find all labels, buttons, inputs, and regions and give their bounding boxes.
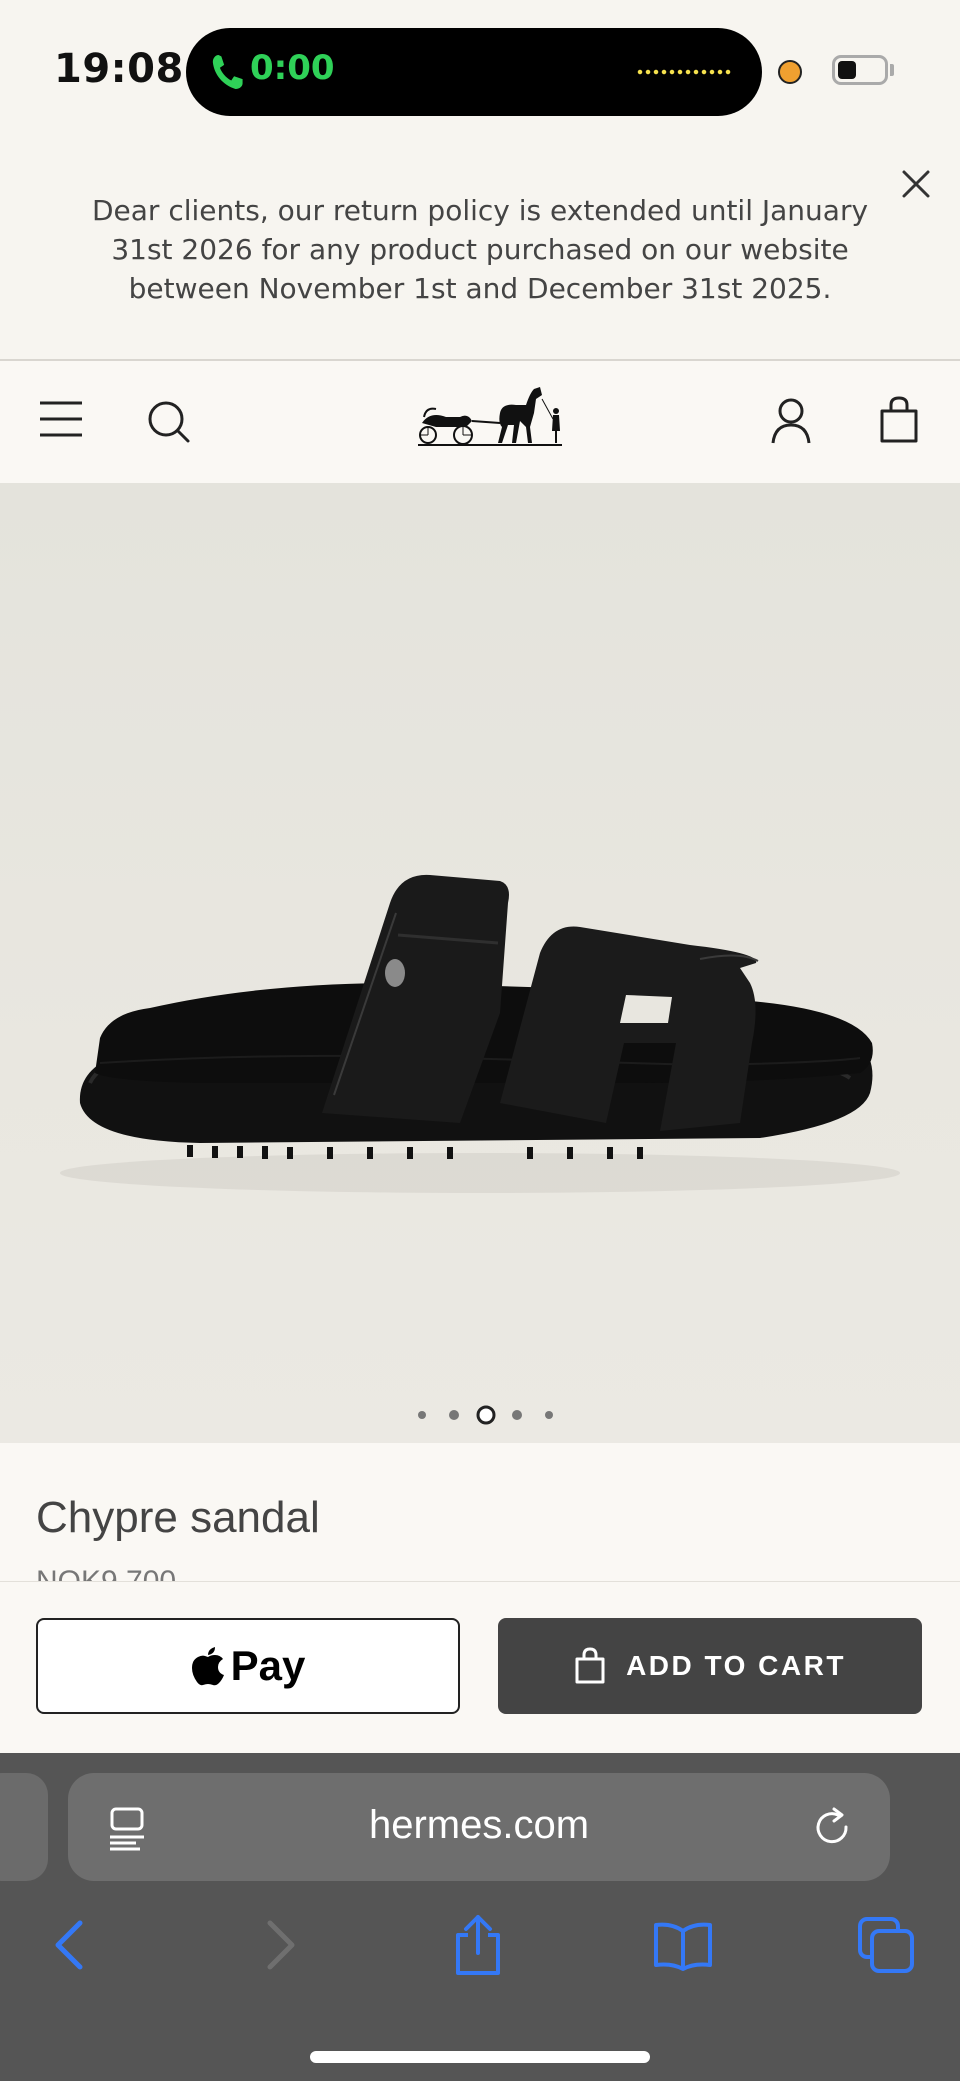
dynamic-island-call[interactable]: 0:00 (186, 28, 762, 116)
address-bar[interactable]: hermes.com (68, 1773, 890, 1881)
browser-toolbar: hermes.com (0, 1753, 960, 2081)
site-header (0, 361, 960, 483)
hermes-logo[interactable] (416, 383, 562, 449)
tabs-icon[interactable] (858, 1917, 914, 1973)
battery-nub (890, 64, 894, 76)
carousel-pagination[interactable] (0, 1405, 960, 1425)
previous-tab-preview[interactable] (0, 1773, 48, 1881)
status-time: 19:08 (54, 46, 184, 92)
audio-waveform-icon (636, 69, 732, 75)
menu-icon[interactable] (38, 399, 84, 439)
phone-icon (212, 55, 243, 89)
close-banner-icon[interactable] (896, 164, 936, 204)
add-to-cart-button[interactable]: ADD TO CART (498, 1618, 922, 1714)
product-price: NOK9,700 (36, 1565, 176, 1581)
shopping-bag-icon[interactable] (878, 395, 920, 445)
apple-pay-label: Pay (230, 1642, 306, 1689)
call-timer: 0:00 (250, 48, 335, 88)
product-title: Chypre sandal (36, 1493, 320, 1542)
bookmarks-icon[interactable] (652, 1921, 714, 1971)
purchase-action-bar: Pay ADD TO CART (0, 1581, 960, 1754)
microphone-indicator-icon (778, 60, 802, 84)
account-icon[interactable] (770, 397, 812, 445)
apple-pay-button[interactable]: Pay (36, 1618, 460, 1714)
forward-icon[interactable] (262, 1919, 298, 1971)
reload-icon[interactable] (814, 1807, 854, 1851)
sandal-image (60, 874, 900, 1193)
search-icon[interactable] (146, 399, 192, 445)
apple-logo-icon (191, 1647, 224, 1686)
status-bar: 19:08 0:00 (0, 0, 960, 145)
share-icon[interactable] (452, 1913, 504, 1977)
product-info: Chypre sandal NOK9,700 (0, 1443, 960, 1581)
back-icon[interactable] (52, 1919, 88, 1971)
url-text: hermes.com (368, 1803, 590, 1847)
announcement-banner: Dear clients, our return policy is exten… (0, 145, 960, 361)
home-indicator[interactable] (310, 2051, 650, 2063)
product-image-gallery[interactable] (0, 483, 960, 1443)
add-to-cart-label: ADD TO CART (626, 1650, 846, 1681)
shopping-bag-icon (575, 1647, 605, 1684)
battery-icon (832, 55, 888, 85)
banner-message: Dear clients, our return policy is exten… (91, 194, 869, 305)
